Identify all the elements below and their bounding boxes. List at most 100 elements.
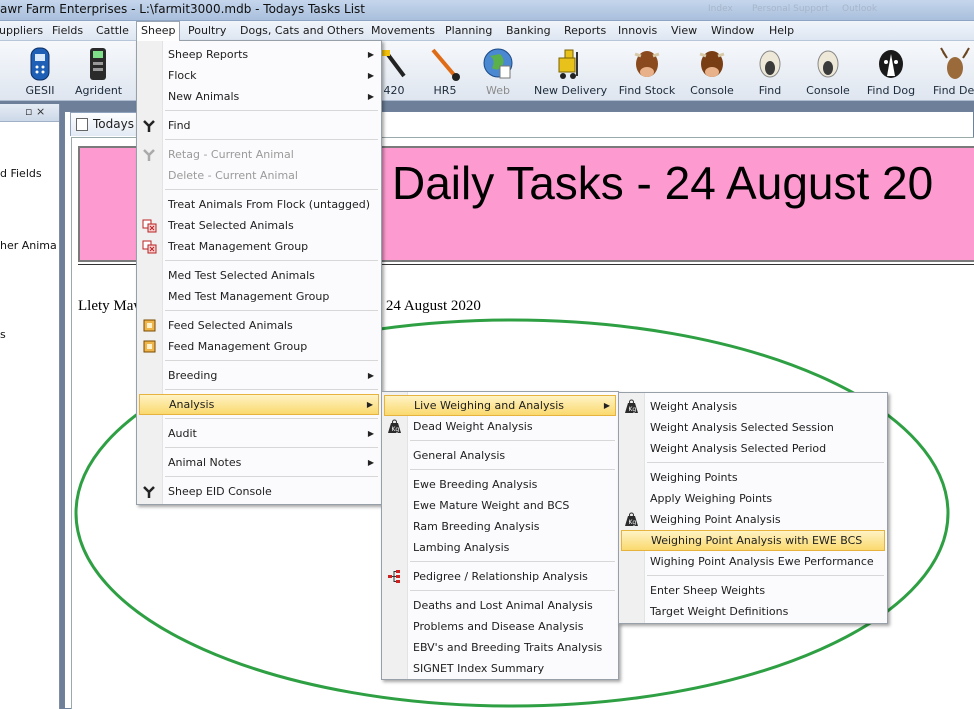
menu-item-pedigree[interactable]: Pedigree / Relationship Analysis xyxy=(384,566,616,587)
svg-text:Kg: Kg xyxy=(629,519,637,526)
submenu-arrow-icon: ▶ xyxy=(367,429,374,438)
menu-item-weighing-point-ewe-performance[interactable]: Wighing Point Analysis Ewe Performance xyxy=(621,551,885,572)
banner-title: Daily Tasks - 24 August 20 xyxy=(392,157,934,209)
left-pane-label[interactable]: her Anima xyxy=(0,239,57,252)
eid-reader-icon xyxy=(143,149,155,161)
menu-item-label: Ram Breeding Analysis xyxy=(413,520,540,533)
menu-item-ebv-traits[interactable]: EBV's and Breeding Traits Analysis xyxy=(384,637,616,658)
menu-movements[interactable]: Movements xyxy=(367,21,439,41)
submenu-arrow-icon: ▶ xyxy=(366,400,373,409)
menu-item-delete[interactable]: Delete - Current Animal xyxy=(139,165,379,186)
pin-close-icon[interactable]: ▫ ⨯ xyxy=(25,105,45,118)
submenu-arrow-icon: ▶ xyxy=(367,371,374,380)
menu-item-sheep-eid-console[interactable]: Sheep EID Console xyxy=(139,481,379,502)
menu-separator xyxy=(410,469,615,470)
toolbar-label: New Delivery xyxy=(534,84,608,97)
left-pane-label[interactable]: s xyxy=(0,328,6,341)
menu-item-feed-selected[interactable]: Feed Selected Animals xyxy=(139,315,379,336)
toolbar-label: Web xyxy=(486,84,510,97)
menu-item-treat-selected[interactable]: Treat Selected Animals xyxy=(139,215,379,236)
toolbar-hr5[interactable]: HR5 xyxy=(427,46,463,97)
title-ghost-text: Outlook xyxy=(842,4,878,14)
menu-item-deaths-lost[interactable]: Deaths and Lost Animal Analysis xyxy=(384,595,616,616)
left-pane-label[interactable]: d Fields xyxy=(0,167,42,180)
menu-sheep[interactable]: Sheep xyxy=(136,21,181,41)
menu-dogs-cats-others[interactable]: Dogs, Cats and Others xyxy=(236,21,368,41)
menu-item-weight-analysis[interactable]: Kg Weight Analysis xyxy=(621,396,885,417)
menu-item-label: New Animals xyxy=(168,90,240,103)
toolbar-find-deer[interactable]: Find De xyxy=(933,46,974,97)
menu-item-analysis[interactable]: Analysis ▶ xyxy=(139,394,379,415)
toolbar-label: GESII xyxy=(25,84,55,97)
toolbar-sheep-console[interactable]: Console xyxy=(806,46,850,97)
menu-item-dead-weight[interactable]: Kg Dead Weight Analysis xyxy=(384,416,616,437)
menu-item-treat-group[interactable]: Treat Management Group xyxy=(139,236,379,257)
menu-item-find[interactable]: Find xyxy=(139,115,379,136)
menu-item-lambing[interactable]: Lambing Analysis xyxy=(384,537,616,558)
menu-item-weighing-point-ewe-bcs[interactable]: Weighing Point Analysis with EWE BCS xyxy=(621,530,885,551)
toolbar-label: Agrident xyxy=(75,84,123,97)
menu-item-medtest-selected[interactable]: Med Test Selected Animals xyxy=(139,265,379,286)
menu-banking[interactable]: Banking xyxy=(502,21,555,41)
menu-item-feed-group[interactable]: Feed Management Group xyxy=(139,336,379,357)
left-pane: ▫ ⨯ d Fields her Anima s xyxy=(0,104,60,709)
forklift-icon xyxy=(551,46,587,82)
menu-item-general-analysis[interactable]: General Analysis xyxy=(384,445,616,466)
menu-separator xyxy=(165,310,378,311)
menu-suppliers[interactable]: uppliers xyxy=(0,21,47,41)
menu-item-label: Treat Animals From Flock (untagged) xyxy=(168,198,371,211)
menu-item-weighing-points[interactable]: Weighing Points xyxy=(621,467,885,488)
menu-item-weight-selected-period[interactable]: Weight Analysis Selected Period xyxy=(621,438,885,459)
menu-planning[interactable]: Planning xyxy=(441,21,496,41)
menu-item-signet-index[interactable]: SIGNET Index Summary xyxy=(384,658,616,679)
menu-item-live-weighing[interactable]: Live Weighing and Analysis ▶ xyxy=(384,395,616,416)
menu-item-label: Wighing Point Analysis Ewe Performance xyxy=(650,555,874,568)
toolbar-find-stock[interactable]: Find Stock xyxy=(618,46,676,97)
toolbar-agrident[interactable]: Agrident xyxy=(75,46,123,97)
menu-item-retag[interactable]: Retag - Current Animal xyxy=(139,144,379,165)
menu-item-label: Lambing Analysis xyxy=(413,541,510,554)
toolbar-find-dog[interactable]: Find Dog xyxy=(866,46,916,97)
menu-item-label: Animal Notes xyxy=(168,456,242,469)
menu-item-treat-flock[interactable]: Treat Animals From Flock (untagged) xyxy=(139,194,379,215)
menu-poultry[interactable]: Poultry xyxy=(184,21,230,41)
toolbar-cattle-console[interactable]: Console xyxy=(690,46,734,97)
menu-item-label: Feed Management Group xyxy=(168,340,308,353)
menu-reports[interactable]: Reports xyxy=(560,21,610,41)
menu-item-label: Weight Analysis Selected Period xyxy=(650,442,827,455)
toolbar-find-sheep[interactable]: Find xyxy=(756,46,784,97)
dog-icon xyxy=(873,46,909,82)
toolbar-420[interactable]: 420 xyxy=(382,46,406,97)
toolbar-label: Find Stock xyxy=(618,84,676,97)
menu-item-breeding[interactable]: Breeding ▶ xyxy=(139,365,379,386)
menu-view[interactable]: View xyxy=(667,21,701,41)
wand-reader-icon xyxy=(382,46,406,82)
pedigree-tree-icon xyxy=(388,570,400,583)
menu-item-new-animals[interactable]: New Animals ▶ xyxy=(139,86,379,107)
menu-item-weight-selected-session[interactable]: Weight Analysis Selected Session xyxy=(621,417,885,438)
menu-separator xyxy=(410,590,615,591)
menu-item-problems-disease[interactable]: Problems and Disease Analysis xyxy=(384,616,616,637)
toolbar-web[interactable]: Web xyxy=(480,46,516,97)
menu-cattle[interactable]: Cattle xyxy=(92,21,133,41)
menu-item-label: Med Test Selected Animals xyxy=(168,269,315,282)
menu-item-audit[interactable]: Audit ▶ xyxy=(139,423,379,444)
menu-item-animal-notes[interactable]: Animal Notes ▶ xyxy=(139,452,379,473)
menu-innovis[interactable]: Innovis xyxy=(614,21,661,41)
menu-item-sheep-reports[interactable]: Sheep Reports ▶ xyxy=(139,44,379,65)
menu-item-target-weight-definitions[interactable]: Target Weight Definitions xyxy=(621,601,885,622)
menu-fields[interactable]: Fields xyxy=(48,21,87,41)
menu-item-ram-breeding[interactable]: Ram Breeding Analysis xyxy=(384,516,616,537)
toolbar-gesii[interactable]: GESII xyxy=(22,46,58,97)
menu-help[interactable]: Help xyxy=(765,21,798,41)
menu-window[interactable]: Window xyxy=(707,21,758,41)
menu-item-apply-weighing-points[interactable]: Apply Weighing Points xyxy=(621,488,885,509)
toolbar-new-delivery[interactable]: New Delivery xyxy=(534,46,608,97)
menu-item-weighing-point-analysis[interactable]: Kg Weighing Point Analysis xyxy=(621,509,885,530)
menu-item-medtest-group[interactable]: Med Test Management Group xyxy=(139,286,379,307)
menu-item-enter-sheep-weights[interactable]: Enter Sheep Weights xyxy=(621,580,885,601)
menu-item-flock[interactable]: Flock ▶ xyxy=(139,65,379,86)
menu-item-ewe-mature-weight[interactable]: Ewe Mature Weight and BCS xyxy=(384,495,616,516)
menu-item-label: Target Weight Definitions xyxy=(650,605,789,618)
menu-item-ewe-breeding[interactable]: Ewe Breeding Analysis xyxy=(384,474,616,495)
